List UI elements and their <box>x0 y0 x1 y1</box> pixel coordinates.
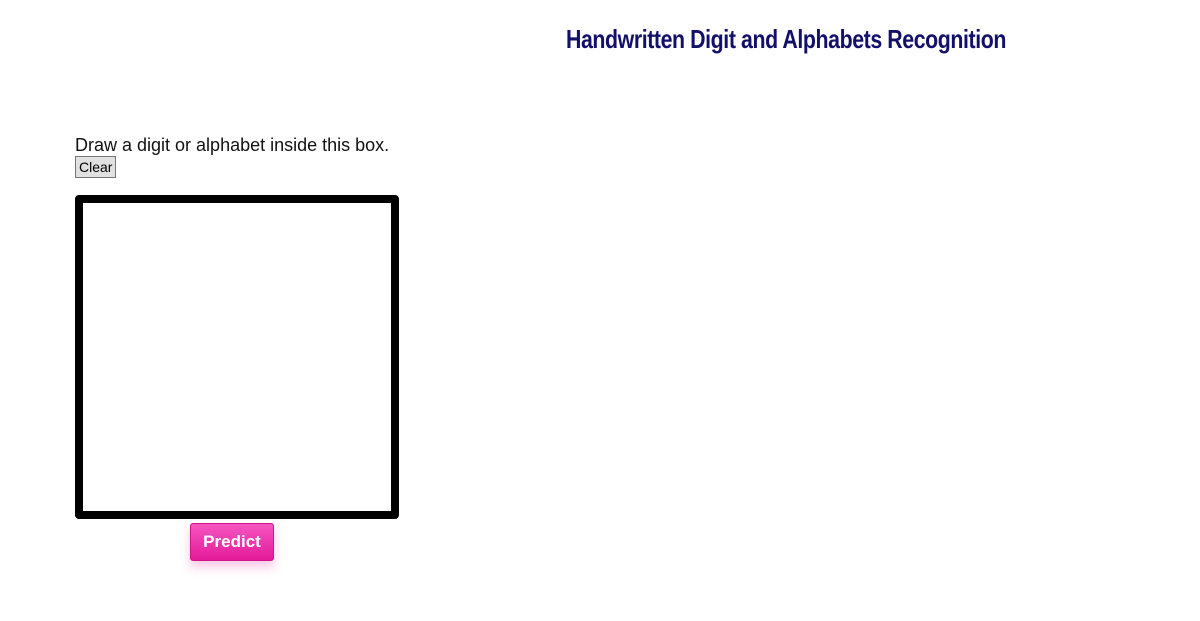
clear-button[interactable]: Clear <box>75 156 117 178</box>
drawing-instructions: Draw a digit or alphabet inside this box… <box>75 135 390 155</box>
page: Handwritten Digit and Alphabets Recognit… <box>0 0 1200 621</box>
page-title: Handwritten Digit and Alphabets Recognit… <box>566 24 1006 54</box>
predict-button[interactable]: Predict <box>190 523 274 561</box>
drawing-canvas[interactable] <box>75 195 399 519</box>
